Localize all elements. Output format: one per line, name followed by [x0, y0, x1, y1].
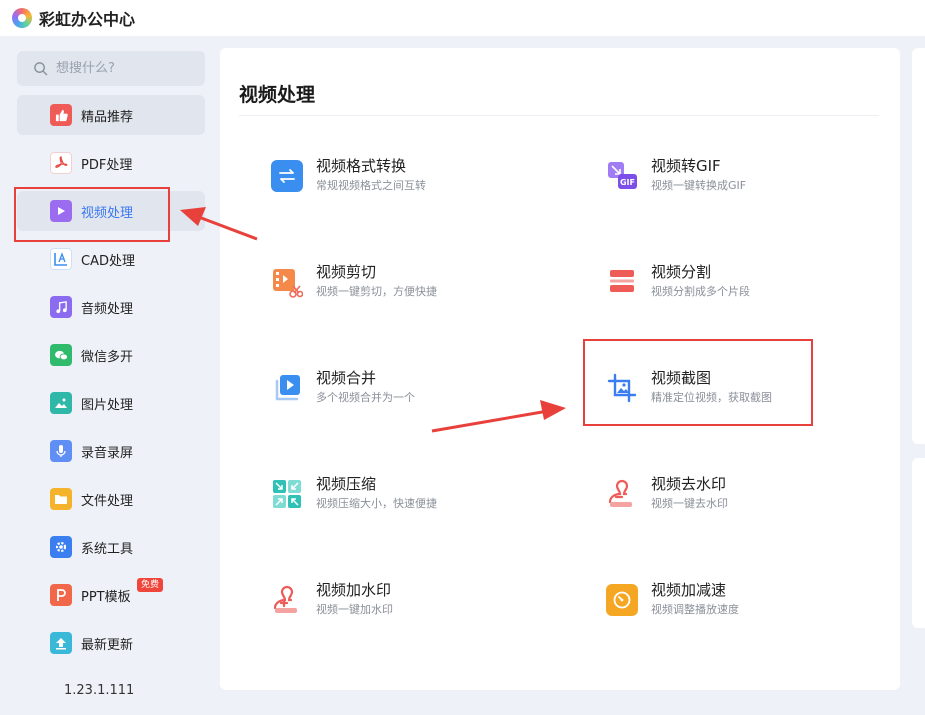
sidebar-item-ppt[interactable]: PPT模板 免费	[17, 575, 205, 615]
tool-video-remove-watermark[interactable]: 视频去水印 视频一键去水印	[606, 474, 866, 524]
sidebar-item-updates[interactable]: 最新更新	[17, 623, 205, 663]
tool-desc: 精准定位视频，获取截图	[651, 391, 772, 404]
sidebar-item-video[interactable]: 视频处理	[17, 191, 205, 231]
sidebar-item-label: PPT模板	[81, 589, 131, 605]
svg-text:GIF: GIF	[620, 178, 635, 187]
stamp-remove-icon	[606, 478, 638, 510]
crop-image-icon	[606, 372, 638, 404]
sidebar-item-label: 文件处理	[81, 493, 134, 509]
tool-name: 视频剪切	[316, 263, 377, 281]
right-panel-top	[912, 48, 925, 444]
play-icon	[50, 200, 72, 222]
folder-icon	[50, 488, 72, 510]
sidebar: 精品推荐 PDF处理 视频处理 CAD处理 音频处理 微信多开	[0, 36, 220, 715]
search-icon	[34, 62, 48, 76]
sidebar-item-pdf[interactable]: PDF处理	[17, 143, 205, 183]
search-box[interactable]	[17, 51, 205, 86]
title-bar: 彩虹办公中心	[0, 0, 925, 36]
tool-desc: 多个视频合并为一个	[316, 391, 415, 404]
tool-name: 视频加水印	[316, 581, 392, 599]
search-input[interactable]	[56, 61, 186, 76]
sidebar-item-image[interactable]: 图片处理	[17, 383, 205, 423]
tool-video-compress[interactable]: 视频压缩 视频压缩大小，快速便捷	[271, 474, 531, 524]
tool-desc: 视频调整播放速度	[651, 603, 739, 616]
sidebar-item-label: 最新更新	[81, 637, 134, 653]
gear-icon	[50, 536, 72, 558]
tool-video-cut[interactable]: 视频剪切 视频一键剪切，方便快捷	[271, 262, 531, 312]
tool-desc: 视频一键加水印	[316, 603, 393, 616]
tool-video-split[interactable]: 视频分割 视频分割成多个片段	[606, 262, 866, 312]
music-icon	[50, 296, 72, 318]
ppt-icon	[50, 584, 72, 606]
sidebar-item-featured[interactable]: 精品推荐	[17, 95, 205, 135]
image-icon	[50, 392, 72, 414]
sidebar-item-label: 系统工具	[81, 541, 134, 557]
tool-desc: 视频压缩大小，快速便捷	[316, 497, 437, 510]
tool-video-to-gif[interactable]: GIF 视频转GIF 视频一键转换成GIF	[606, 156, 866, 206]
tool-name: 视频合并	[316, 369, 377, 387]
sidebar-item-label: 精品推荐	[81, 109, 134, 125]
film-scissors-icon	[271, 266, 303, 298]
sidebar-item-label: 录音录屏	[81, 445, 134, 461]
cad-icon	[50, 248, 72, 270]
tool-video-screenshot[interactable]: 视频截图 精准定位视频，获取截图	[606, 368, 866, 418]
sidebar-item-recording[interactable]: 录音录屏	[17, 431, 205, 471]
divider	[239, 115, 879, 116]
tool-name: 视频压缩	[316, 475, 377, 493]
tool-desc: 视频一键转换成GIF	[651, 179, 747, 192]
tool-desc: 常规视频格式之间互转	[316, 179, 426, 192]
sidebar-item-file[interactable]: 文件处理	[17, 479, 205, 519]
sidebar-item-system-tools[interactable]: 系统工具	[17, 527, 205, 567]
tool-desc: 视频一键去水印	[651, 497, 728, 510]
version-label: 1.23.1.111	[64, 683, 135, 698]
tool-name: 视频截图	[651, 369, 712, 387]
sidebar-item-label: 图片处理	[81, 397, 134, 413]
tool-desc: 视频一键剪切，方便快捷	[316, 285, 437, 298]
page-title: 视频处理	[239, 84, 316, 106]
tool-name: 视频转GIF	[651, 157, 721, 175]
tool-name: 视频格式转换	[316, 157, 407, 175]
sidebar-item-label: 音频处理	[81, 301, 134, 317]
gif-icon: GIF	[606, 160, 638, 192]
tool-video-merge[interactable]: 视频合并 多个视频合并为一个	[271, 368, 531, 418]
sidebar-item-cad[interactable]: CAD处理	[17, 239, 205, 279]
sidebar-item-wechat[interactable]: 微信多开	[17, 335, 205, 375]
tool-video-speed[interactable]: 视频加减速 视频调整播放速度	[606, 580, 866, 630]
compress-arrows-icon	[271, 478, 303, 510]
tool-name: 视频去水印	[651, 475, 727, 493]
tool-video-add-watermark[interactable]: 视频加水印 视频一键加水印	[271, 580, 531, 630]
right-panel-bottom	[912, 458, 925, 628]
merge-play-icon	[271, 372, 303, 404]
tool-desc: 视频分割成多个片段	[651, 285, 750, 298]
upload-icon	[50, 632, 72, 654]
sidebar-item-label: CAD处理	[81, 253, 135, 269]
sidebar-item-label: 视频处理	[81, 205, 134, 221]
thumbs-up-icon	[50, 104, 72, 126]
tool-name: 视频加减速	[651, 581, 727, 599]
split-bars-icon	[606, 266, 638, 298]
sidebar-item-label: 微信多开	[81, 349, 134, 365]
wechat-icon	[50, 344, 72, 366]
app-title: 彩虹办公中心	[39, 10, 136, 29]
tool-name: 视频分割	[651, 263, 712, 281]
main-panel: 视频处理 视频格式转换 常规视频格式之间互转 GIF 视频转GIF 视频一键转换…	[220, 48, 900, 690]
sidebar-item-audio[interactable]: 音频处理	[17, 287, 205, 327]
sidebar-item-label: PDF处理	[81, 157, 133, 173]
free-badge: 免费	[137, 578, 164, 592]
pdf-icon	[50, 152, 72, 174]
rainbow-logo-icon	[12, 8, 32, 28]
tool-video-format-convert[interactable]: 视频格式转换 常规视频格式之间互转	[271, 156, 531, 206]
microphone-icon	[50, 440, 72, 462]
swap-arrows-icon	[271, 160, 303, 192]
speed-dial-icon	[606, 584, 638, 616]
stamp-add-icon	[271, 584, 303, 616]
